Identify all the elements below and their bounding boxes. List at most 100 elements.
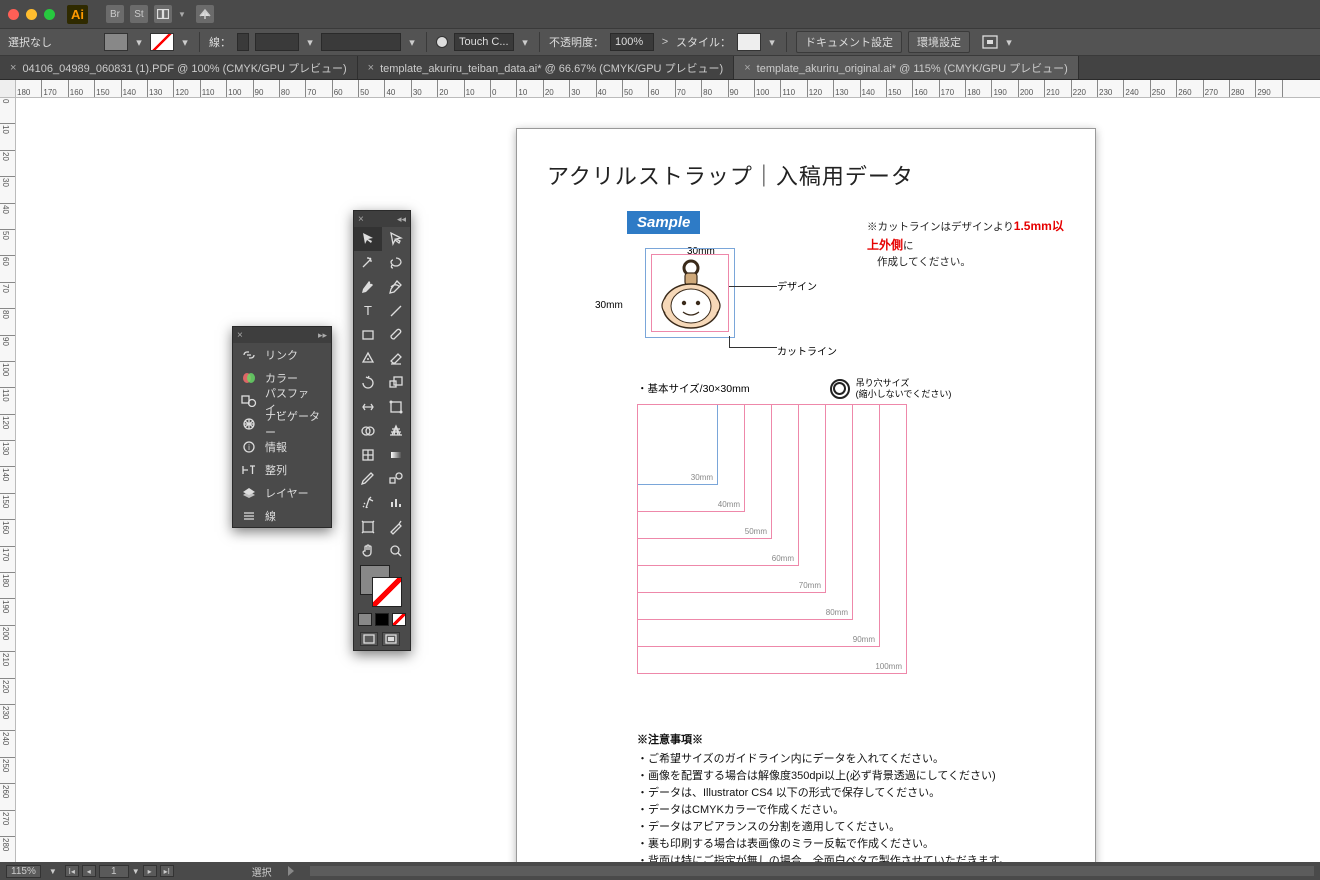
- stroke-none-swatch[interactable]: [150, 33, 174, 51]
- zoom-tool[interactable]: [382, 539, 410, 563]
- artboard-tool[interactable]: [354, 515, 382, 539]
- width-tool[interactable]: [354, 395, 382, 419]
- status-flyout-icon[interactable]: [288, 866, 294, 876]
- panel-close-icon[interactable]: ×: [237, 330, 243, 341]
- screen-mode-normal[interactable]: [360, 632, 378, 646]
- shape-builder-tool[interactable]: [354, 419, 382, 443]
- bridge-icon[interactable]: Br: [106, 5, 124, 23]
- note-item: ・ご希望サイズのガイドライン内にデータを入れてください。: [637, 751, 1065, 768]
- color-mode-none[interactable]: [392, 613, 406, 626]
- shaper-tool[interactable]: [354, 347, 382, 371]
- first-artboard-button[interactable]: I◂: [65, 865, 79, 877]
- cutline-note-prefix: ※カットラインはデザインより: [867, 221, 1014, 233]
- color-mode-row: [354, 611, 410, 628]
- stroke-swatch-dropdown[interactable]: ▾: [180, 36, 190, 49]
- hand-tool[interactable]: [354, 539, 382, 563]
- panel-item-7[interactable]: 線: [233, 504, 331, 527]
- panel-collapse-icon[interactable]: ◂◂: [397, 214, 406, 225]
- document-tab-1[interactable]: ×template_akuriru_teiban_data.ai* @ 66.6…: [358, 56, 735, 79]
- variable-width-profile[interactable]: [321, 33, 401, 51]
- align-to-icon[interactable]: [982, 35, 998, 49]
- vertical-ruler[interactable]: 0102030405060708090100110120130140150160…: [0, 98, 16, 862]
- mesh-tool[interactable]: [354, 443, 382, 467]
- document-setup-button[interactable]: ドキュメント設定: [796, 31, 902, 53]
- rotate-tool[interactable]: [354, 371, 382, 395]
- stroke-weight-field[interactable]: [255, 33, 299, 51]
- paintbrush-tool[interactable]: [382, 323, 410, 347]
- fill-swatch[interactable]: [104, 33, 128, 51]
- selection-tool[interactable]: [354, 227, 382, 251]
- symbol-sprayer-tool[interactable]: [354, 491, 382, 515]
- screen-mode-switch[interactable]: [382, 632, 400, 646]
- color-mode-solid[interactable]: [358, 613, 372, 626]
- panel-header[interactable]: × ◂◂: [354, 211, 410, 227]
- prev-artboard-button[interactable]: ◂: [82, 865, 96, 877]
- fill-dropdown[interactable]: ▾: [134, 36, 144, 49]
- arrange-docs-icon[interactable]: [154, 5, 172, 23]
- horizontal-scrollbar[interactable]: [310, 866, 1314, 876]
- canvas[interactable]: アクリルストラップ｜入稿用データ Sample 30mm 30mm: [16, 98, 1320, 862]
- size-guide-100mm: 100mm: [637, 404, 907, 674]
- panel-item-3[interactable]: ナビゲーター: [233, 412, 331, 435]
- magic-wand-tool[interactable]: [354, 251, 382, 275]
- column-graph-tool[interactable]: [382, 491, 410, 515]
- panel-collapse-icon[interactable]: ▸▸: [318, 330, 327, 341]
- panel-item-label: リンク: [265, 347, 298, 363]
- panel-header[interactable]: × ▸▸: [233, 327, 331, 343]
- fill-stroke-control[interactable]: [354, 563, 410, 611]
- free-transform-tool[interactable]: [382, 395, 410, 419]
- document-tab-0[interactable]: ×04106_04989_060831 (1).PDF @ 100% (CMYK…: [0, 56, 358, 79]
- dimension-left: 30mm: [595, 300, 623, 311]
- brush-definition[interactable]: Touch C...: [454, 33, 514, 51]
- color-mode-gradient[interactable]: [375, 613, 389, 626]
- next-artboard-button[interactable]: ▸: [143, 865, 157, 877]
- tools-panel[interactable]: × ◂◂ T: [353, 210, 411, 651]
- preferences-button[interactable]: 環境設定: [908, 31, 970, 53]
- close-tab-icon[interactable]: ×: [368, 62, 374, 74]
- note-item: ・データはアピアランスの分割を適用してください。: [637, 819, 1065, 836]
- blend-tool[interactable]: [382, 467, 410, 491]
- panel-group[interactable]: ×▸▸ リンクカラーパスファイ...ナビゲーターi情報整列レイヤー線: [232, 326, 332, 528]
- line-tool[interactable]: [382, 299, 410, 323]
- minimize-window-button[interactable]: [26, 9, 37, 20]
- lasso-tool[interactable]: [382, 251, 410, 275]
- sync-icon[interactable]: [196, 5, 214, 23]
- panel-item-icon: [241, 509, 257, 523]
- curvature-tool[interactable]: [382, 275, 410, 299]
- pen-tool[interactable]: [354, 275, 382, 299]
- panel-close-icon[interactable]: ×: [358, 214, 364, 225]
- panel-item-0[interactable]: リンク: [233, 343, 331, 366]
- stroke-label: 線：: [209, 34, 231, 50]
- artboard-number-field[interactable]: 1: [99, 865, 129, 878]
- panel-item-icon: [241, 394, 257, 408]
- last-artboard-button[interactable]: ▸I: [160, 865, 174, 877]
- close-tab-icon[interactable]: ×: [10, 62, 16, 74]
- stock-icon[interactable]: St: [130, 5, 148, 23]
- gradient-tool[interactable]: [382, 443, 410, 467]
- rectangle-tool[interactable]: [354, 323, 382, 347]
- panel-item-5[interactable]: 整列: [233, 458, 331, 481]
- document-tab-label: template_akuriru_original.ai* @ 115% (CM…: [757, 60, 1068, 76]
- eraser-tool[interactable]: [382, 347, 410, 371]
- maximize-window-button[interactable]: [44, 9, 55, 20]
- stroke-weight-stepper[interactable]: [237, 33, 249, 51]
- close-tab-icon[interactable]: ×: [744, 62, 750, 74]
- ruler-origin[interactable]: [0, 80, 16, 98]
- stroke-color-box[interactable]: [372, 577, 402, 607]
- document-tab-2[interactable]: × template_akuriru_original.ai* @ 115% (C…: [734, 56, 1079, 79]
- graphic-style-swatch[interactable]: [737, 33, 761, 51]
- type-tool[interactable]: T: [354, 299, 382, 323]
- horizontal-ruler[interactable]: 1801701601501401301201101009080706050403…: [16, 80, 1320, 98]
- style-label: スタイル：: [676, 34, 731, 50]
- close-window-button[interactable]: [8, 9, 19, 20]
- perspective-grid-tool[interactable]: [382, 419, 410, 443]
- opacity-field[interactable]: 100%: [610, 33, 654, 51]
- direct-selection-tool[interactable]: [382, 227, 410, 251]
- eyedropper-tool[interactable]: [354, 467, 382, 491]
- panel-item-6[interactable]: レイヤー: [233, 481, 331, 504]
- slice-tool[interactable]: [382, 515, 410, 539]
- svg-text:i: i: [248, 443, 250, 452]
- window-controls: [8, 9, 55, 20]
- zoom-field[interactable]: 115%: [6, 865, 41, 878]
- scale-tool[interactable]: [382, 371, 410, 395]
